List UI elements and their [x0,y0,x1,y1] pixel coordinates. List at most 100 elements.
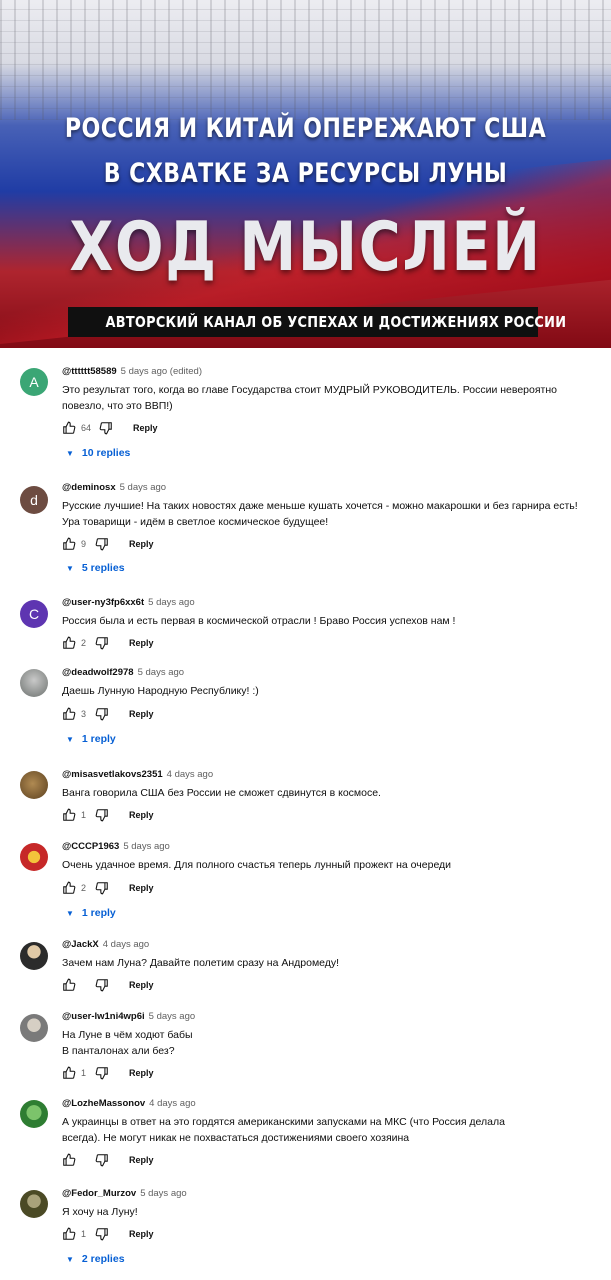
replies-label: 10 replies [81,447,131,459]
thumbs-down-icon[interactable] [95,978,109,992]
comment-time[interactable]: 5 days ago [149,1011,195,1022]
comment-meta: @misasvetlakovs2351 4 days ago [62,769,213,780]
comment-author[interactable]: @Fedor_Murzov [62,1188,136,1199]
avatar[interactable] [20,1014,48,1042]
comment-author[interactable]: @misasvetlakovs2351 [62,769,163,780]
comment-item: @CCCP1963 5 days ago Очень удачное время.… [0,836,611,934]
thumbs-up-icon[interactable] [62,1227,76,1241]
comment-time[interactable]: 5 days ago (edited) [121,366,202,377]
comment-item: C @user-ny3fp6xx6t 5 days ago Россия была… [0,592,611,662]
comment-text: Я хочу на Луну! [62,1206,138,1218]
avatar-letter: A [29,374,39,390]
thumbs-up-icon[interactable] [62,978,76,992]
thumbs-down-icon[interactable] [95,636,109,650]
comment-time[interactable]: 4 days ago [149,1098,195,1109]
comment-time[interactable]: 4 days ago [167,769,213,780]
thumbs-up-icon[interactable] [62,636,76,650]
avatar[interactable]: A [20,368,48,396]
avatar[interactable] [20,843,48,871]
comment-meta: @LozheMassonov 4 days ago [62,1098,196,1109]
thumbs-down-icon[interactable] [95,537,109,551]
caret-down-icon: ▼ [66,564,74,573]
comment-text: На Луне в чём ходют бабы В панталонах ал… [62,1029,193,1057]
avatar[interactable] [20,1190,48,1218]
reply-button[interactable]: Reply [129,638,154,648]
view-replies-button[interactable]: ▼ 10 replies [66,447,130,459]
avatar-letter: d [30,492,38,508]
like-count: 2 [81,638,87,648]
thumbs-down-icon[interactable] [95,881,109,895]
thumbs-down-icon[interactable] [95,1066,109,1080]
reply-button[interactable]: Reply [129,1068,154,1078]
avatar[interactable] [20,1100,48,1128]
caret-down-icon: ▼ [66,449,74,458]
reply-button[interactable]: Reply [129,883,154,893]
comment-meta: @deminosx 5 days ago [62,482,166,493]
banner-tagline-strip: АВТОРСКИЙ КАНАЛ ОБ УСПЕХАХ И ДОСТИЖЕНИЯХ… [68,307,566,337]
comment-author[interactable]: @LozheMassonov [62,1098,145,1109]
thumbs-up-icon[interactable] [62,808,76,822]
thumbs-down-icon[interactable] [95,707,109,721]
comment-time[interactable]: 5 days ago [140,1188,186,1199]
comment-actions: 9 Reply [62,537,154,553]
thumbs-down-icon[interactable] [95,808,109,822]
banner-tagline: АВТОРСКИЙ КАНАЛ ОБ УСПЕХАХ И ДОСТИЖЕНИЯХ… [105,313,567,331]
reply-button[interactable]: Reply [129,539,154,549]
reply-button[interactable]: Reply [129,980,154,990]
reply-button[interactable]: Reply [129,1155,154,1165]
comment-time[interactable]: 5 days ago [123,841,169,852]
thumbs-up-icon[interactable] [62,537,76,551]
comment-meta: @user-ny3fp6xx6t 5 days ago [62,597,195,608]
avatar[interactable] [20,771,48,799]
avatar[interactable]: d [20,486,48,514]
comment-actions: 1 Reply [62,1066,154,1082]
like-count: 1 [81,810,87,820]
banner-channel-name: ХОД МЫСЛЕЙ [69,208,542,287]
comment-time[interactable]: 5 days ago [148,597,194,608]
thumbs-up-icon[interactable] [62,881,76,895]
caret-down-icon: ▼ [66,909,74,918]
reply-button[interactable]: Reply [133,423,158,433]
comment-actions: 3 Reply [62,707,154,723]
thumbs-up-icon[interactable] [62,1066,76,1080]
view-replies-button[interactable]: ▼ 1 reply [66,733,116,745]
comment-actions: Reply [62,1153,154,1169]
reply-button[interactable]: Reply [129,709,154,719]
comment-item: d @deminosx 5 days ago Русские лучшие! На… [0,474,611,590]
comment-time[interactable]: 4 days ago [103,939,149,950]
avatar[interactable] [20,669,48,697]
view-replies-button[interactable]: ▼ 1 reply [66,907,116,919]
comment-actions: 1 Reply [62,808,154,824]
thumbs-down-icon[interactable] [95,1153,109,1167]
banner-headline-line-2: В СХВАТКЕ ЗА РЕСУРСЫ ЛУНЫ [103,158,508,189]
comment-text: Русские лучшие! На таких новостях даже м… [62,500,578,528]
replies-label: 1 reply [81,733,116,745]
view-replies-button[interactable]: ▼ 2 replies [66,1253,125,1265]
reply-button[interactable]: Reply [129,810,154,820]
like-count: 1 [81,1229,87,1239]
comment-item: @LozheMassonov 4 days ago А украинцы в от… [0,1094,611,1186]
thumbs-up-icon[interactable] [62,707,76,721]
comment-actions: Reply [62,978,154,994]
avatar[interactable] [20,942,48,970]
comment-author[interactable]: @user-lw1ni4wp6i [62,1011,145,1022]
comment-author[interactable]: @JackX [62,939,99,950]
comment-actions: 64 Reply [62,421,158,437]
comment-time[interactable]: 5 days ago [120,482,166,493]
reply-button[interactable]: Reply [129,1229,154,1239]
comment-author[interactable]: @user-ny3fp6xx6t [62,597,144,608]
caret-down-icon: ▼ [66,1255,74,1264]
replies-label: 5 replies [81,562,125,574]
comment-author[interactable]: @CCCP1963 [62,841,119,852]
comment-author[interactable]: @deadwolf2978 [62,667,134,678]
thumbs-down-icon[interactable] [95,1227,109,1241]
view-replies-button[interactable]: ▼ 5 replies [66,562,125,574]
thumbs-down-icon[interactable] [99,421,113,435]
avatar[interactable]: C [20,600,48,628]
comment-author[interactable]: @tttttt58589 [62,366,117,377]
comment-time[interactable]: 5 days ago [138,667,184,678]
thumbs-up-icon[interactable] [62,1153,76,1167]
comment-item: @deadwolf2978 5 days ago Даешь Лунную Нар… [0,662,611,760]
comment-author[interactable]: @deminosx [62,482,116,493]
thumbs-up-icon[interactable] [62,421,76,435]
